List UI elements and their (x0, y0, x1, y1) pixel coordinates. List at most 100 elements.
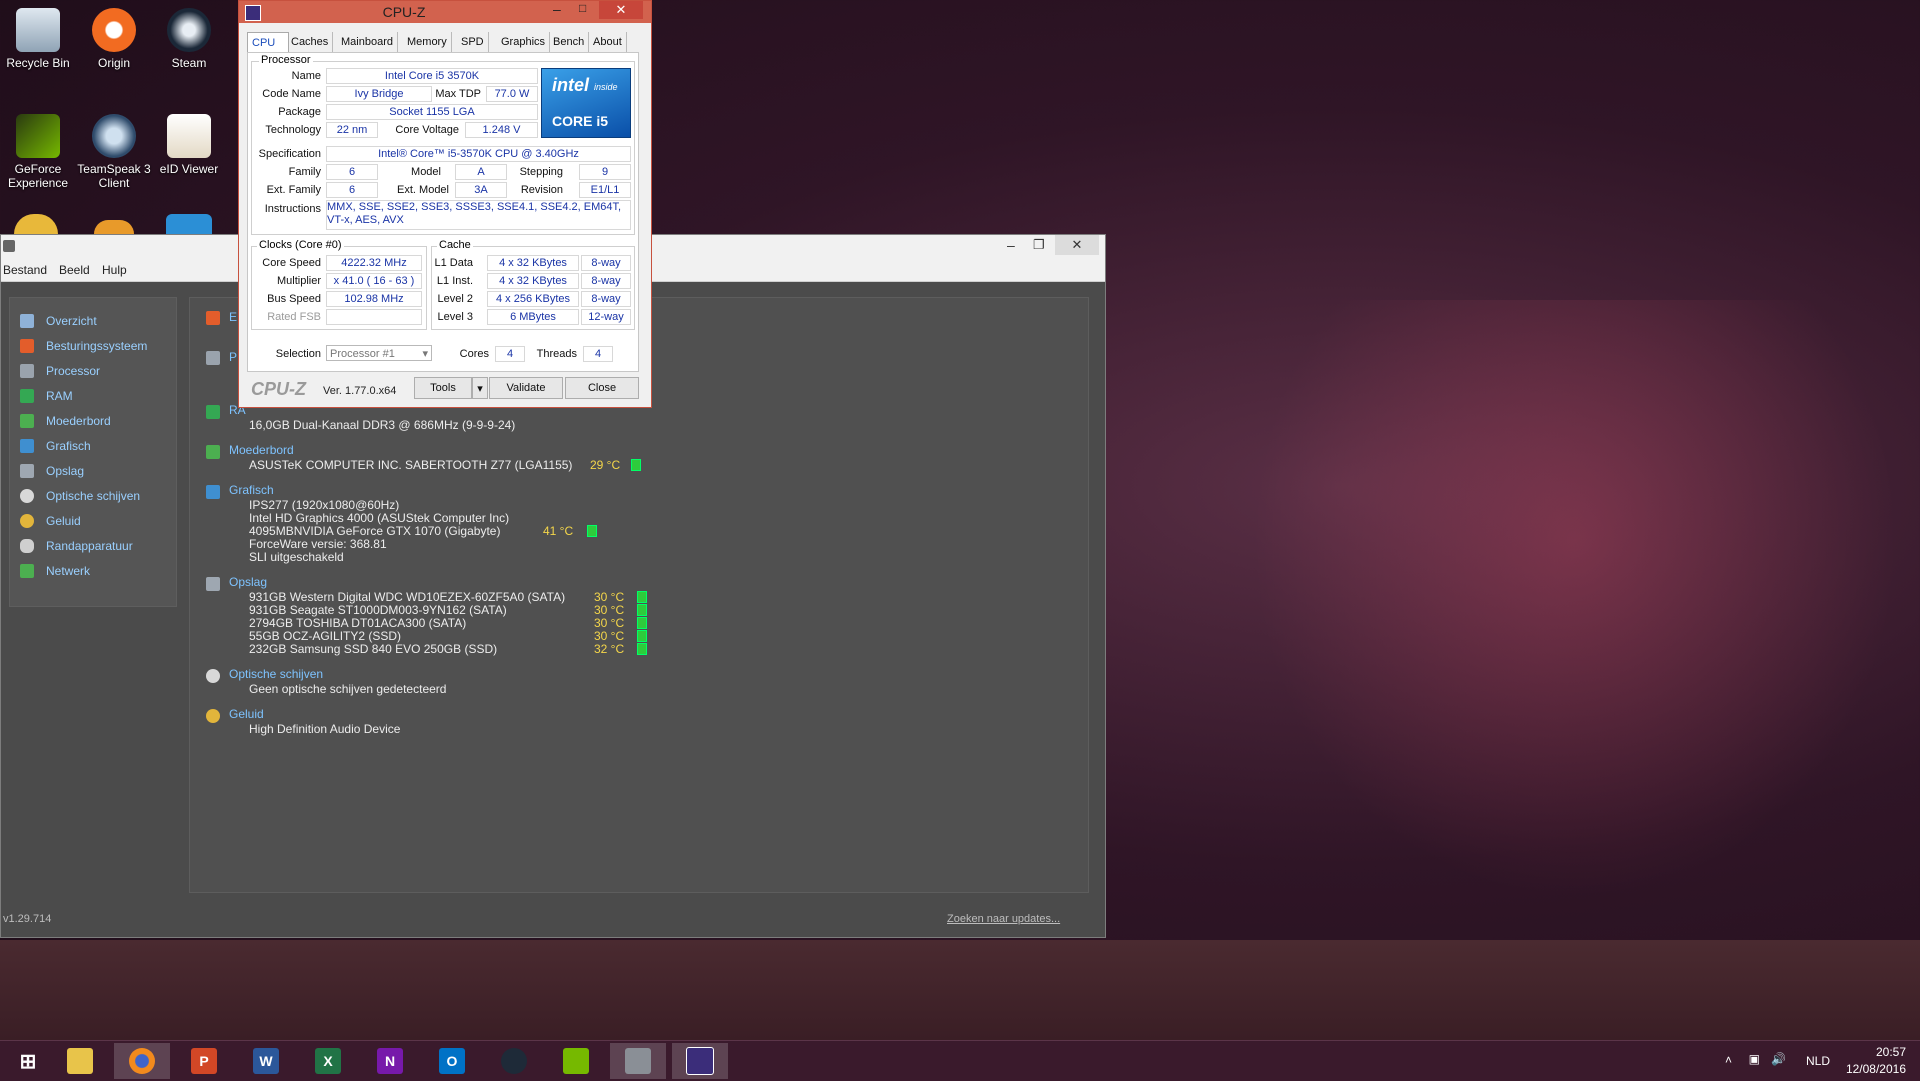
sidebar-item-label: Grafisch (46, 439, 91, 453)
taskbar-powerpoint[interactable]: P (176, 1043, 232, 1079)
sidebar-item-grafisch[interactable]: Grafisch (20, 435, 91, 457)
minimize-button[interactable]: – (1007, 237, 1015, 253)
cpu-name: Intel Core i5 3570K (326, 68, 538, 84)
ram-icon (20, 389, 34, 403)
disk-temp: 30 °C (594, 629, 625, 643)
desktop-icon-eid-viewer[interactable]: eID Viewer (151, 114, 227, 176)
desktop-icon-partial[interactable] (166, 214, 212, 234)
processor-group-label: Processor (259, 54, 313, 66)
processor-select-value: Processor #1 (330, 348, 395, 360)
section-title-optische-schijven[interactable]: Optische schijven (229, 667, 323, 681)
validate-button[interactable]: Validate (489, 377, 563, 399)
ram-summary: 16,0GB Dual-Kanaal DDR3 @ 686MHz (9-9-9-… (249, 418, 516, 432)
menu-hulp[interactable]: Hulp (102, 263, 127, 277)
close-button[interactable]: ✕ (599, 1, 643, 19)
cpuz-brand: CPU-Z (251, 379, 306, 399)
start-button[interactable]: ⊞ (0, 1043, 56, 1079)
language-indicator[interactable]: NLD (1806, 1054, 1830, 1068)
tools-dropdown-button[interactable]: ▾ (472, 377, 488, 399)
sidebar-item-ram[interactable]: RAM (20, 385, 73, 407)
tab-spd[interactable]: SPD (457, 32, 489, 52)
sidebar-item-moederbord[interactable]: Moederbord (20, 410, 111, 432)
sidebar-item-label: RAM (46, 389, 73, 403)
desktop-icon-teamspeak[interactable]: TeamSpeak 3 Client (76, 114, 152, 190)
taskbar-outlook[interactable]: O (424, 1043, 480, 1079)
name-label: Name (291, 70, 321, 82)
section-title-moederbord[interactable]: Moederbord (229, 443, 294, 457)
sidebar-item-processor[interactable]: Processor (20, 360, 100, 382)
origin-icon (92, 8, 136, 52)
multiplier-label: Multiplier (276, 275, 321, 287)
maximize-button[interactable]: ❐ (1033, 237, 1045, 253)
desktop-icon-steam[interactable]: Steam (151, 8, 227, 70)
tab-memory[interactable]: Memory (403, 32, 452, 52)
cpu-codename: Ivy Bridge (326, 86, 432, 102)
network-icon[interactable]: ▣ (1749, 1052, 1760, 1066)
menu-bestand[interactable]: Bestand (3, 263, 47, 277)
sidebar-item-overzicht[interactable]: Overzicht (20, 310, 97, 332)
desktop-icon-geforce[interactable]: GeForce Experience (0, 114, 76, 190)
sidebar-item-geluid[interactable]: Geluid (20, 510, 81, 532)
taskbar-explorer[interactable] (52, 1043, 108, 1079)
teamspeak-icon (92, 114, 136, 158)
sidebar-item-label: Overzicht (46, 314, 97, 328)
desktop-icon-origin[interactable]: Origin (76, 8, 152, 70)
section-title-os[interactable]: E (229, 310, 237, 324)
network-icon (20, 564, 34, 578)
optical-summary: Geen optische schijven gedetecteerd (249, 682, 447, 696)
l3-way: 12-way (581, 309, 631, 325)
temp-indicator (631, 459, 641, 471)
tab-mainboard[interactable]: Mainboard (337, 32, 398, 52)
temp-indicator (637, 604, 647, 616)
graphics-line: ForceWare versie: 368.81 (249, 537, 387, 551)
disk-line: 931GB Western Digital WDC WD10EZEX-60ZF5… (249, 590, 566, 604)
desktop-icon-recycle-bin[interactable]: Recycle Bin (0, 8, 76, 70)
menu-beeld[interactable]: Beeld (59, 263, 90, 277)
desktop-icon-partial[interactable] (14, 214, 58, 234)
clock-time[interactable]: 20:57 (1836, 1045, 1906, 1059)
l3-label: Level 3 (437, 311, 473, 323)
sidebar-item-randapparatuur[interactable]: Randapparatuur (20, 535, 133, 557)
tools-button[interactable]: Tools (414, 377, 472, 399)
extmodel-label: Ext. Model (397, 184, 449, 196)
intel-core-i5-logo: intel inside CORE i5 (541, 68, 631, 138)
taskbar-word[interactable]: W (238, 1043, 294, 1079)
taskbar-speccy[interactable] (610, 1043, 666, 1079)
cpu-revision: E1/L1 (579, 182, 631, 198)
volume-icon[interactable]: 🔊 (1771, 1052, 1786, 1066)
taskbar-excel[interactable]: X (300, 1043, 356, 1079)
chevron-up-icon[interactable]: ˄ (1725, 1053, 1732, 1067)
taskbar-onenote[interactable]: N (362, 1043, 418, 1079)
sidebar-item-optische-schijven[interactable]: Optische schijven (20, 485, 140, 507)
section-title-processor[interactable]: P (229, 350, 237, 364)
maximize-button[interactable]: □ (579, 1, 586, 15)
tab-bench[interactable]: Bench (549, 32, 590, 52)
sidebar-item-besturingssysteem[interactable]: Besturingssysteem (20, 335, 147, 357)
close-dialog-button[interactable]: Close (565, 377, 639, 399)
taskbar-geforce[interactable] (548, 1043, 604, 1079)
taskbar-teamspeak[interactable] (486, 1043, 542, 1079)
technology-label: Technology (265, 124, 321, 136)
bus-speed: 102.98 MHz (326, 291, 422, 307)
clock-date[interactable]: 12/08/2016 (1836, 1062, 1906, 1076)
window-title: CPU-Z (382, 4, 426, 20)
taskbar-firefox[interactable] (114, 1043, 170, 1079)
minimize-button[interactable]: – (553, 1, 561, 17)
desktop-icon-label: Origin (97, 56, 130, 70)
check-updates-link[interactable]: Zoeken naar updates... (947, 913, 1060, 925)
processor-select[interactable]: Processor #1 ▾ (326, 345, 432, 361)
chevron-down-icon: ▾ (477, 382, 483, 395)
sidebar-item-opslag[interactable]: Opslag (20, 460, 84, 482)
tab-cpu[interactable]: CPU (247, 32, 289, 53)
tab-graphics[interactable]: Graphics (497, 32, 551, 52)
close-button[interactable]: ✕ (1055, 235, 1099, 255)
desktop-icon-partial[interactable] (94, 220, 134, 234)
section-title-opslag[interactable]: Opslag (229, 575, 267, 589)
tab-about[interactable]: About (589, 32, 627, 52)
tab-caches[interactable]: Caches (287, 32, 334, 52)
taskbar-cpuz[interactable] (672, 1043, 728, 1079)
section-title-geluid[interactable]: Geluid (229, 707, 264, 721)
section-title-grafisch[interactable]: Grafisch (229, 483, 274, 497)
sidebar-item-netwerk[interactable]: Netwerk (20, 560, 90, 582)
desktop-icon-label: eID Viewer (159, 162, 219, 176)
